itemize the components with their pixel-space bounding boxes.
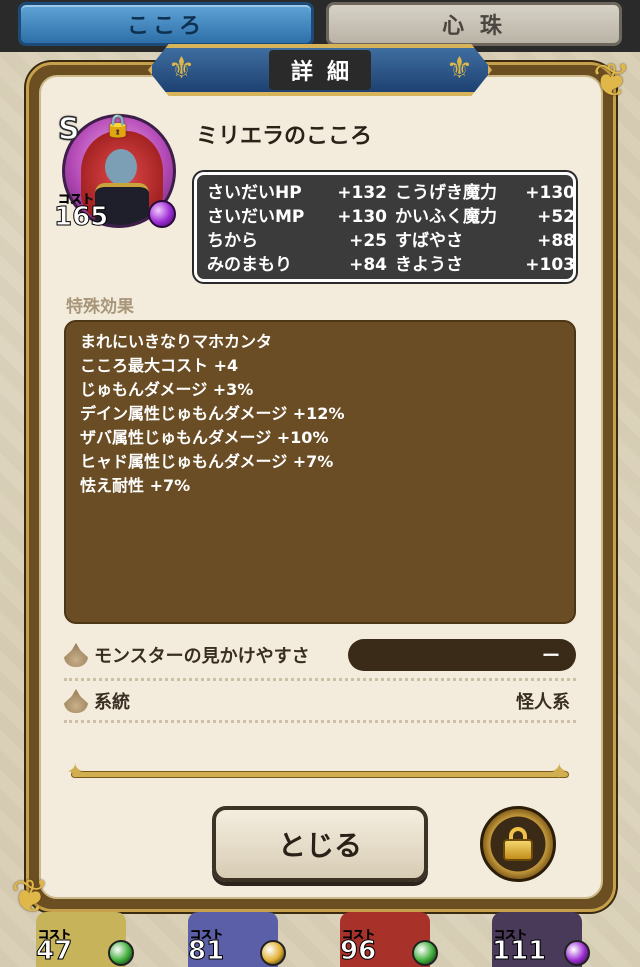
list-item: まれにいきなりマホカンタ xyxy=(80,332,273,351)
heart-card[interactable]: コスト 47 xyxy=(30,912,134,967)
drop-icon xyxy=(64,643,88,667)
fleur-de-lis-icon: ⚜ xyxy=(168,51,195,86)
stat-row: かいふく魔力 +52 xyxy=(395,207,575,227)
orb-icon xyxy=(412,940,438,966)
dialog-title: 詳細 xyxy=(268,50,371,90)
list-item: 怯え耐性 +7% xyxy=(80,476,191,495)
lock-icon: 🔒 xyxy=(104,114,132,139)
ornament-end-icon: ✦ xyxy=(66,760,85,785)
list-item: デイン属性じゅもんダメージ +12% xyxy=(80,404,345,423)
purple-orb-icon xyxy=(148,200,176,228)
stat-row: すばやさ +88 xyxy=(395,231,575,251)
dialog-title-plate: 詳細 xyxy=(148,44,492,96)
family-value: 怪人系 xyxy=(516,692,570,713)
orb-icon xyxy=(260,940,286,966)
fleur-de-lis-icon: ⚜ xyxy=(446,51,473,86)
orb-icon xyxy=(108,940,134,966)
divider xyxy=(64,678,576,681)
tab-shinju[interactable]: 心 珠 xyxy=(326,2,622,46)
lock-icon xyxy=(503,827,533,861)
stat-row: こうげき魔力 +130 xyxy=(395,183,575,203)
visibility-row: モンスターの見かけやすさ ー xyxy=(64,636,576,674)
bottom-card-strip: コスト 47 コスト 81 コスト 96 コスト 111 xyxy=(0,912,640,967)
visibility-label: モンスターの見かけやすさ xyxy=(94,646,310,667)
ornament-end-icon: ✦ xyxy=(550,760,569,785)
special-effects-heading: 特殊効果 xyxy=(66,297,134,317)
stats-table: さいだいHP +132 こうげき魔力 +130 さいだいMP +130 かいふく魔力 +… xyxy=(194,172,576,282)
special-effects-list[interactable]: まれにいきなりマホカンタ こころ最大コスト +4 じゅもんダメージ +3% デイ… xyxy=(64,320,576,624)
list-item: ヒャド属性じゅもんダメージ +7% xyxy=(80,452,334,471)
drop-icon xyxy=(64,689,88,713)
heart-card[interactable]: コスト 96 xyxy=(334,912,438,967)
heart-card[interactable]: コスト 81 xyxy=(182,912,286,967)
visibility-value: ー xyxy=(348,639,576,671)
family-label: 系統 xyxy=(94,692,130,713)
stat-row: きようさ +103 xyxy=(395,255,575,275)
list-item: こころ最大コスト +4 xyxy=(80,356,239,375)
ornament-divider xyxy=(72,772,568,777)
family-row: 系統 怪人系 xyxy=(64,682,576,720)
cost-value: 165 xyxy=(53,202,109,233)
tab-kokoro[interactable]: こころ xyxy=(18,2,314,46)
stat-row: さいだいMP +130 xyxy=(207,207,387,227)
divider xyxy=(64,720,576,723)
heart-card[interactable]: コスト 111 xyxy=(486,912,590,967)
lock-button[interactable] xyxy=(480,806,556,882)
stat-row: みのまもり +84 xyxy=(207,255,387,275)
stat-row: さいだいHP +132 xyxy=(207,183,387,203)
rank-badge: S xyxy=(57,111,80,148)
corner-ornament-icon: ❦ xyxy=(592,53,631,107)
heart-name: ミリエラのこころ xyxy=(196,124,373,149)
list-item: ザバ属性じゅもんダメージ +10% xyxy=(80,428,329,447)
orb-icon xyxy=(564,940,590,966)
stat-row: ちから +25 xyxy=(207,231,387,251)
list-item: じゅもんダメージ +3% xyxy=(80,380,254,399)
close-button[interactable]: とじる xyxy=(212,806,428,882)
